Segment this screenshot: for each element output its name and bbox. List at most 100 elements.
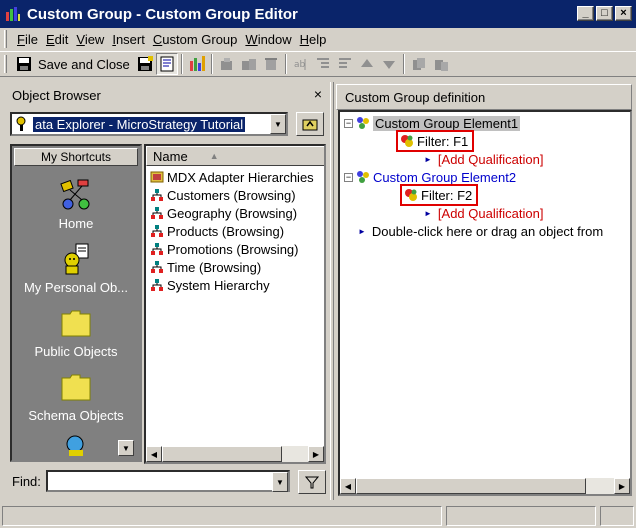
custom-group-tree[interactable]: − Custom Group Element1 Filter: F1 ► [Ad… bbox=[338, 110, 632, 496]
shortcut-my-personal-objects[interactable]: My Personal Ob... bbox=[12, 242, 140, 295]
menu-file[interactable]: File bbox=[13, 32, 42, 47]
scroll-left-icon[interactable]: ◀ bbox=[146, 446, 162, 462]
custom-group-element-icon bbox=[357, 171, 369, 183]
scroll-right-icon[interactable]: ▶ bbox=[308, 446, 324, 462]
menu-custom-group[interactable]: Custom Group bbox=[149, 32, 242, 47]
minimize-button[interactable]: _ bbox=[577, 6, 594, 21]
app-icon bbox=[5, 6, 21, 22]
filter-icon[interactable] bbox=[186, 53, 208, 75]
shortcut-public-objects[interactable]: Public Objects bbox=[12, 306, 140, 359]
view-toggle-icon[interactable] bbox=[155, 53, 178, 75]
menu-view[interactable]: View bbox=[72, 32, 108, 47]
list-item[interactable]: Geography (Browsing) bbox=[150, 204, 297, 222]
shortcut-my-personal-objects-label: My Personal Ob... bbox=[23, 280, 129, 295]
list-item[interactable]: Products (Browsing) bbox=[150, 222, 284, 240]
collapse-icon[interactable]: − bbox=[344, 118, 353, 128]
move-down-icon[interactable] bbox=[378, 53, 400, 75]
object-browser-title: Object Browser bbox=[12, 87, 101, 103]
delete-element-icon[interactable] bbox=[260, 53, 282, 75]
bullet-icon: ► bbox=[424, 154, 432, 164]
hierarchy-icon bbox=[151, 225, 163, 237]
object-browser-close-icon[interactable]: × bbox=[314, 86, 322, 102]
save-and-close-label: Save and Close bbox=[38, 56, 130, 72]
shortcut-home[interactable]: Home bbox=[12, 178, 140, 231]
status-pane-main bbox=[2, 506, 442, 526]
outdent-icon[interactable] bbox=[334, 53, 356, 75]
list-item[interactable]: System Hierarchy bbox=[150, 276, 270, 294]
list-header-name[interactable]: Name ▲ bbox=[146, 146, 324, 166]
parent-folder-button[interactable] bbox=[296, 112, 324, 136]
tree-filter-f2[interactable]: Filter: F2 bbox=[400, 184, 479, 206]
indent-icon[interactable] bbox=[312, 53, 334, 75]
location-value: ata Explorer - MicroStrategy Tutorial bbox=[33, 116, 246, 132]
tree-hint[interactable]: ► Double-click here or drag an object fr… bbox=[358, 222, 603, 240]
menu-insert[interactable]: Insert bbox=[108, 32, 149, 47]
list-item[interactable]: Customers (Browsing) bbox=[150, 186, 296, 204]
tree-add-qualification-1[interactable]: ► [Add Qualification] bbox=[424, 150, 543, 168]
svg-text:ab: ab bbox=[294, 60, 306, 70]
home-icon bbox=[60, 179, 90, 210]
menu-grip[interactable] bbox=[4, 30, 7, 48]
save-and-close-button[interactable]: Save and Close bbox=[13, 53, 134, 75]
search-objects-icon bbox=[66, 435, 84, 456]
shortcut-schema-objects[interactable]: Schema Objects bbox=[12, 370, 140, 423]
toolbar: Save and Close ab bbox=[0, 51, 636, 77]
hierarchy-icon bbox=[151, 207, 163, 219]
location-combobox[interactable]: ata Explorer - MicroStrategy Tutorial ▼ bbox=[10, 112, 288, 136]
cut-icon[interactable] bbox=[408, 53, 430, 75]
scroll-thumb[interactable] bbox=[356, 478, 586, 494]
mdx-folder-icon bbox=[150, 171, 164, 183]
new-element-icon[interactable] bbox=[216, 53, 238, 75]
toolbar-grip[interactable] bbox=[4, 55, 7, 73]
add-qualification-label: [Add Qualification] bbox=[437, 205, 544, 221]
scroll-thumb[interactable] bbox=[162, 446, 282, 462]
custom-group-element-icon bbox=[357, 117, 369, 129]
find-input[interactable]: ▼ bbox=[46, 470, 290, 492]
scroll-right-icon[interactable]: ▶ bbox=[614, 478, 630, 494]
toolbar-separator bbox=[402, 54, 405, 74]
maximize-button[interactable]: □ bbox=[596, 6, 613, 21]
bullet-icon: ► bbox=[424, 208, 432, 218]
shortcuts-header[interactable]: My Shortcuts bbox=[14, 148, 138, 166]
list-horizontal-scrollbar[interactable]: ◀ ▶ bbox=[146, 446, 324, 462]
custom-group-title: Custom Group definition bbox=[345, 89, 486, 105]
personal-objects-icon bbox=[64, 243, 89, 275]
element-label[interactable]: Custom Group Element1 bbox=[373, 115, 521, 131]
tree-filter-f1[interactable]: Filter: F1 bbox=[396, 130, 475, 152]
collapse-icon[interactable]: − bbox=[344, 172, 353, 182]
find-dropdown-arrow-icon[interactable]: ▼ bbox=[272, 472, 288, 492]
menu-window[interactable]: Window bbox=[241, 32, 295, 47]
hierarchy-icon bbox=[151, 261, 163, 273]
find-filter-button[interactable] bbox=[298, 470, 326, 494]
menu-edit[interactable]: Edit bbox=[42, 32, 72, 47]
object-browser-header: Object Browser × bbox=[8, 84, 326, 106]
copy-element-icon[interactable] bbox=[238, 53, 260, 75]
funnel-icon bbox=[305, 476, 319, 489]
title-bar[interactable]: Custom Group - Custom Group Editor _ □ × bbox=[0, 0, 636, 28]
toolbar-separator bbox=[210, 54, 213, 74]
list-item[interactable]: Time (Browsing) bbox=[150, 258, 261, 276]
move-up-icon[interactable] bbox=[356, 53, 378, 75]
list-item-label: MDX Adapter Hierarchies bbox=[167, 169, 314, 185]
tree-add-qualification-2[interactable]: ► [Add Qualification] bbox=[424, 204, 543, 222]
tree-horizontal-scrollbar[interactable]: ◀ ▶ bbox=[340, 478, 630, 494]
close-button[interactable]: × bbox=[615, 6, 632, 21]
menu-help[interactable]: Help bbox=[296, 32, 331, 47]
shortcuts-scroll-down-icon[interactable]: ▼ bbox=[118, 440, 134, 456]
element-label[interactable]: Custom Group Element2 bbox=[373, 170, 516, 185]
rename-icon[interactable]: ab bbox=[290, 53, 312, 75]
bullet-icon: ► bbox=[358, 226, 366, 236]
find-label: Find: bbox=[12, 474, 41, 489]
shortcuts-pane: My Shortcuts Home My Personal Ob... Publ… bbox=[10, 144, 142, 462]
location-dropdown-arrow-icon[interactable]: ▼ bbox=[270, 114, 286, 134]
save-icon[interactable] bbox=[134, 53, 156, 75]
panel-splitter[interactable] bbox=[330, 82, 334, 500]
paste-icon[interactable] bbox=[430, 53, 452, 75]
sort-ascending-icon: ▲ bbox=[209, 151, 219, 161]
list-item[interactable]: MDX Adapter Hierarchies bbox=[150, 168, 314, 186]
scroll-left-icon[interactable]: ◀ bbox=[340, 478, 356, 494]
filter-object-icon bbox=[401, 135, 413, 147]
list-item[interactable]: Promotions (Browsing) bbox=[150, 240, 299, 258]
status-pane-grip bbox=[600, 506, 634, 526]
shortcut-home-label: Home bbox=[58, 216, 94, 231]
